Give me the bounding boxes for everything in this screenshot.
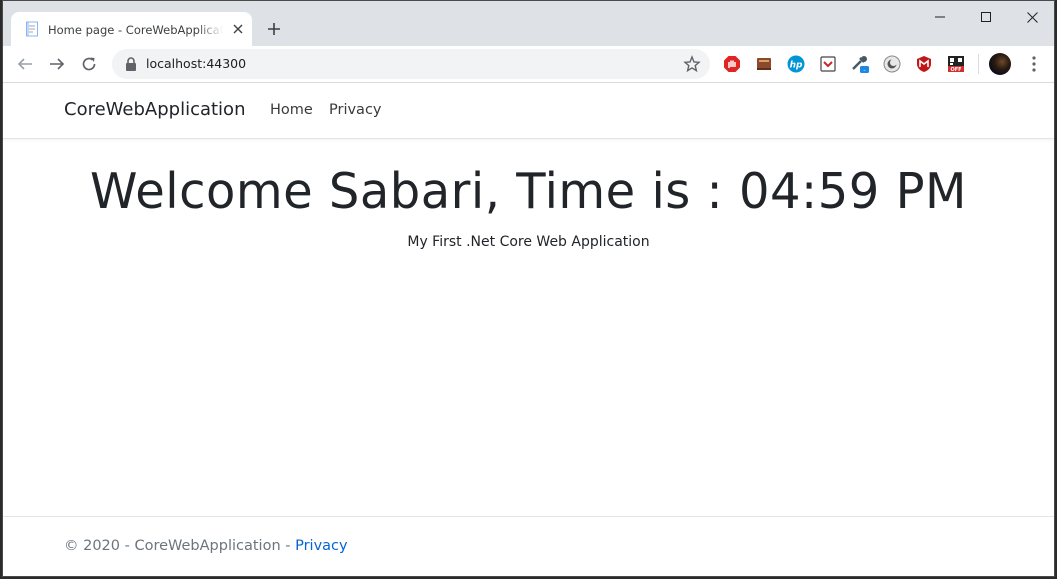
document-icon — [26, 21, 38, 37]
new-tab-plus-icon[interactable] — [261, 16, 287, 42]
close-tab-icon[interactable] — [229, 20, 247, 38]
url-input[interactable] — [146, 55, 646, 73]
maximize-icon[interactable] — [963, 1, 1009, 33]
site-navbar: CoreWebApplication Home Privacy — [3, 83, 1054, 139]
mcafee-icon[interactable] — [914, 54, 934, 74]
svg-text:OFF: OFF — [950, 67, 961, 73]
site-footer: © 2020 - CoreWebApplication - Privacy — [3, 516, 1054, 576]
address-bar[interactable] — [112, 49, 710, 79]
close-window-icon[interactable] — [1009, 1, 1054, 33]
tab-title: Home page - CoreWebApplication — [48, 23, 223, 37]
browser-window: Home page - CoreWebApplication localhost… — [2, 0, 1055, 577]
profile-avatar[interactable] — [989, 53, 1011, 75]
extension-badge: - — [863, 67, 865, 74]
back-arrow-icon[interactable] — [12, 51, 38, 77]
web-page: CoreWebApplication Home Privacy Welcome … — [3, 83, 1054, 576]
pocket-icon[interactable] — [818, 54, 838, 74]
minimize-icon[interactable] — [917, 1, 963, 33]
tab-strip: Home page - CoreWebApplication — [3, 1, 1054, 46]
lock-icon — [126, 57, 136, 71]
book-icon[interactable] — [754, 54, 774, 74]
hp-icon[interactable]: hp — [786, 54, 806, 74]
eyedropper-icon[interactable]: - — [850, 54, 870, 74]
qr-off-icon[interactable]: OFF — [946, 54, 966, 74]
dark-mode-icon[interactable] — [882, 54, 902, 74]
footer-privacy-link[interactable]: Privacy — [295, 538, 348, 554]
welcome-heading: Welcome Sabari, Time is : 04:59 PM — [90, 163, 967, 220]
site-brand[interactable]: CoreWebApplication — [64, 99, 245, 120]
kebab-menu-icon[interactable] — [1023, 53, 1045, 75]
tab-home-page[interactable]: Home page - CoreWebApplication — [11, 12, 252, 46]
browser-toolbar: hp - OFF — [3, 46, 1054, 83]
footer-copyright: © 2020 - CoreWebApplication - — [64, 538, 296, 554]
nav-link-privacy[interactable]: Privacy — [329, 102, 382, 118]
bookmark-star-icon[interactable] — [683, 55, 701, 73]
page-subtitle: My First .Net Core Web Application — [407, 234, 650, 250]
reload-icon[interactable] — [76, 51, 102, 77]
svg-text:hp: hp — [790, 61, 803, 71]
forward-arrow-icon[interactable] — [44, 51, 70, 77]
nav-link-home[interactable]: Home — [270, 102, 313, 118]
footer-text: © 2020 - CoreWebApplication - Privacy — [64, 538, 348, 554]
adblock-icon[interactable] — [722, 54, 742, 74]
toolbar-separator — [978, 54, 979, 74]
